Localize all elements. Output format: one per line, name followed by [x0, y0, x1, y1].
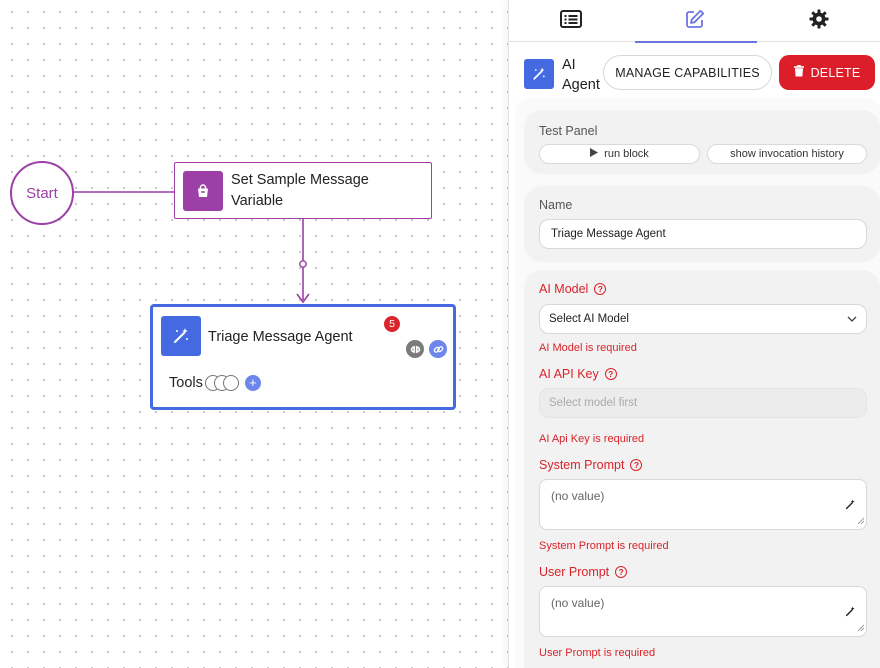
system-prompt-field[interactable]: (no value): [539, 479, 867, 530]
ai-model-value: Select AI Model: [549, 313, 629, 325]
start-node[interactable]: Start: [10, 161, 74, 225]
set-node-label: Set Sample Message Variable: [231, 171, 369, 209]
system-prompt-error: System Prompt is required: [539, 540, 669, 552]
run-block-button[interactable]: run block: [539, 144, 700, 164]
chevron-down-icon: [847, 313, 857, 325]
error-count-badge: 5: [384, 316, 400, 332]
magic-wand-icon: [524, 59, 554, 89]
block-header: AI Agent MANAGE CAPABILITIES DELETE: [524, 53, 879, 93]
user-prompt-error: User Prompt is required: [539, 647, 656, 659]
tab-list[interactable]: [509, 0, 633, 42]
ai-model-select[interactable]: Select AI Model: [539, 304, 867, 334]
properties-panel: AI Agent MANAGE CAPABILITIES DELETE Test…: [508, 0, 880, 668]
help-icon[interactable]: ?: [604, 368, 617, 380]
magic-wand-icon: [161, 316, 201, 356]
list-icon: [560, 9, 582, 33]
tool-slot[interactable]: [222, 375, 239, 391]
user-prompt-label: User Prompt ?: [539, 565, 628, 579]
system-prompt-value: (no value): [551, 489, 605, 503]
add-tool-button[interactable]: +: [244, 375, 261, 391]
agent-node-label: Triage Message Agent: [208, 329, 353, 345]
api-key-label: AI API Key ?: [539, 367, 617, 381]
flow-canvas[interactable]: Start Set Sample Message Variable Triage…: [0, 0, 508, 668]
config-fields-card: AI Model ? Select AI Model AI Model is r…: [524, 270, 880, 668]
api-key-label-text: AI API Key: [539, 367, 599, 381]
tools-row: Tools +: [169, 375, 261, 391]
tab-edit[interactable]: [633, 0, 757, 43]
shopping-bag-icon: [183, 170, 223, 211]
panel-scroll-area[interactable]: Test Panel run block show invocation his…: [515, 98, 880, 668]
help-icon[interactable]: ?: [615, 566, 628, 578]
resize-handle-icon[interactable]: [857, 620, 865, 634]
invocation-history-label: show invocation history: [730, 148, 844, 160]
help-icon[interactable]: ?: [594, 283, 607, 295]
user-prompt-field[interactable]: (no value): [539, 586, 867, 637]
magic-wand-icon[interactable]: [845, 606, 856, 620]
set-variable-node[interactable]: Set Sample Message Variable: [174, 162, 432, 219]
user-prompt-value: (no value): [551, 596, 605, 610]
user-prompt-label-text: User Prompt: [539, 565, 610, 579]
name-input[interactable]: [539, 219, 867, 249]
play-icon: [590, 148, 599, 160]
gear-icon: [809, 9, 829, 34]
name-label: Name: [539, 198, 573, 212]
tools-label: Tools: [169, 375, 203, 391]
ai-agent-node[interactable]: Triage Message Agent 5 Tools +: [150, 304, 456, 410]
test-panel-card: Test Panel run block show invocation his…: [524, 110, 880, 174]
magic-wand-icon[interactable]: [845, 499, 856, 513]
api-key-error: AI Api Key is required: [539, 433, 645, 445]
help-icon[interactable]: ?: [630, 459, 643, 471]
edit-icon: [685, 9, 705, 34]
invocation-history-button[interactable]: show invocation history: [707, 144, 867, 164]
manage-capabilities-label: MANAGE CAPABILITIES: [615, 65, 760, 80]
delete-button[interactable]: DELETE: [779, 55, 875, 90]
ai-model-error: AI Model is required: [539, 342, 637, 354]
link-icon[interactable]: [429, 340, 447, 358]
ai-model-label: AI Model ?: [539, 282, 607, 296]
tab-settings[interactable]: [757, 0, 880, 42]
panel-tabs: [509, 0, 880, 43]
trash-icon: [793, 65, 804, 80]
api-key-placeholder: Select model first: [549, 397, 638, 409]
brain-icon[interactable]: [406, 340, 424, 358]
test-panel-title: Test Panel: [539, 124, 598, 138]
run-block-label: run block: [604, 148, 649, 160]
name-card: Name: [524, 186, 880, 262]
system-prompt-label: System Prompt ?: [539, 458, 643, 472]
ai-model-label-text: AI Model: [539, 282, 589, 296]
delete-label: DELETE: [810, 65, 861, 80]
resize-handle-icon[interactable]: [857, 513, 865, 527]
system-prompt-label-text: System Prompt: [539, 458, 625, 472]
start-label: Start: [26, 184, 58, 202]
manage-capabilities-button[interactable]: MANAGE CAPABILITIES: [603, 55, 772, 90]
api-key-select: Select model first: [539, 388, 867, 418]
